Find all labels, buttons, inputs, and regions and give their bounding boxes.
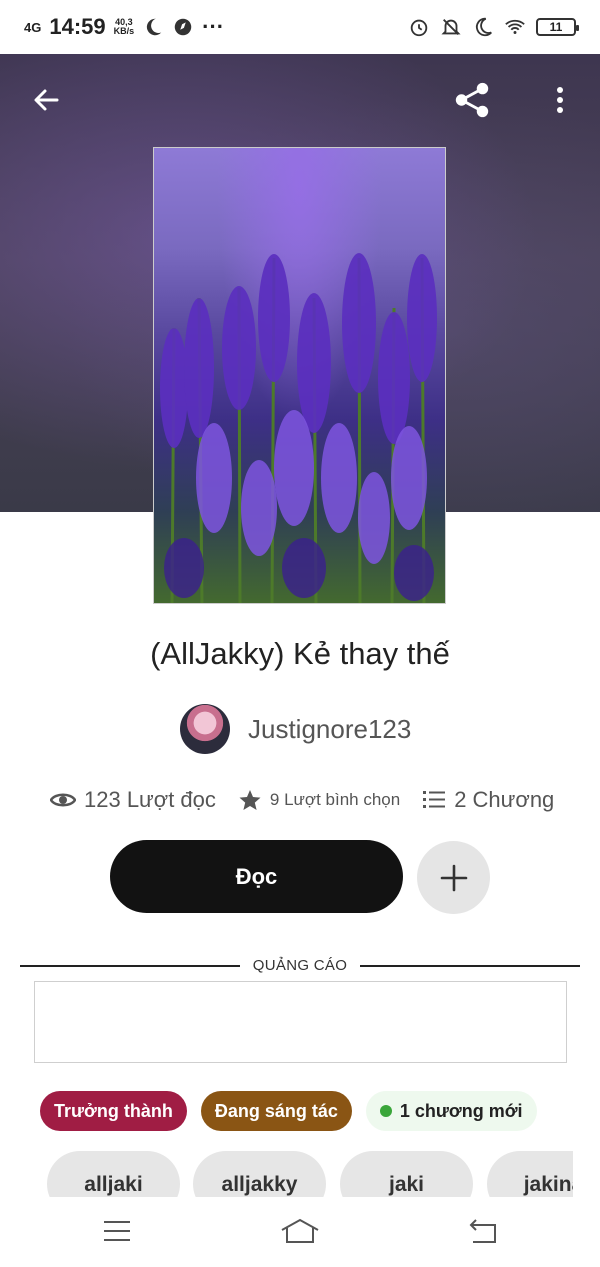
back-button[interactable] bbox=[26, 80, 66, 120]
ad-label: QUẢNG CÁO bbox=[252, 957, 348, 974]
back-nav-icon bbox=[469, 1219, 496, 1243]
votes-count: 9 Lượt bình chọn bbox=[269, 790, 401, 809]
stat-views: 123 Lượt đọc bbox=[50, 787, 216, 813]
recent-apps-button[interactable] bbox=[87, 1211, 147, 1251]
network-indicator: 4G bbox=[24, 19, 42, 35]
keyword-chips: alljaki alljakky jaki jakina bbox=[47, 1151, 573, 1197]
status-time: 14:59 bbox=[49, 14, 106, 39]
home-button[interactable] bbox=[270, 1211, 330, 1251]
keyword-chip[interactable]: jaki bbox=[340, 1151, 473, 1197]
share-icon bbox=[455, 82, 489, 118]
share-button[interactable] bbox=[452, 80, 492, 120]
ad-line-left bbox=[20, 965, 240, 967]
views-count: 123 Lượt đọc bbox=[84, 787, 216, 812]
menu-icon bbox=[104, 1221, 130, 1241]
network-speed: 40,3 KB/s bbox=[114, 18, 135, 36]
status-right: 11 bbox=[408, 16, 579, 38]
arrow-left-icon bbox=[34, 89, 59, 111]
home-icon bbox=[281, 1218, 319, 1243]
more-options-button[interactable] bbox=[540, 80, 580, 120]
new-parts-badge: 1 chương mới bbox=[365, 1091, 537, 1131]
mature-badge: Trưởng thành bbox=[40, 1091, 187, 1131]
star-icon bbox=[239, 790, 261, 810]
network-speed-unit: KB/s bbox=[113, 26, 135, 36]
story-stats: 123 Lượt đọc 9 Lượt bình chọn 2 Chương bbox=[50, 783, 560, 817]
read-button[interactable]: Đọc bbox=[110, 840, 403, 913]
moon-icon bbox=[147, 18, 162, 36]
status-bar: 4G 14:59 40,3 KB/s ··· 11 bbox=[0, 0, 600, 54]
author-avatar[interactable] bbox=[180, 704, 230, 754]
more-vertical-icon bbox=[557, 87, 563, 113]
system-navigation-bar bbox=[0, 1197, 600, 1267]
lavender-artwork bbox=[160, 253, 437, 603]
battery-icon: 11 bbox=[536, 18, 579, 36]
wifi-icon bbox=[505, 19, 525, 34]
keyword-chip[interactable]: alljaki bbox=[47, 1151, 180, 1197]
story-title: (AllJakky) Kẻ thay thế bbox=[150, 636, 450, 671]
parts-count: 2 Chương bbox=[454, 787, 555, 812]
plus-icon bbox=[440, 864, 467, 891]
new-dot-icon bbox=[379, 1105, 392, 1117]
stat-parts: 2 Chương bbox=[422, 787, 554, 813]
ongoing-badge: Đang sáng tác bbox=[200, 1091, 352, 1131]
status-left: 4G 14:59 40,3 KB/s ··· bbox=[24, 14, 224, 40]
ad-separator: QUẢNG CÁO bbox=[20, 954, 580, 978]
author-link[interactable]: Justignore123 bbox=[180, 704, 411, 754]
do-not-disturb-moon-icon bbox=[475, 17, 492, 37]
add-to-library-button[interactable] bbox=[417, 841, 490, 914]
eye-icon bbox=[50, 793, 76, 807]
mute-bell-icon bbox=[441, 19, 461, 35]
story-badges: Trưởng thành Đang sáng tác 1 chương mới bbox=[40, 1091, 537, 1131]
new-parts-label: 1 chương mới bbox=[399, 1100, 523, 1121]
back-nav-button[interactable] bbox=[453, 1211, 513, 1251]
author-name[interactable]: Justignore123 bbox=[248, 714, 411, 745]
more-notifications-icon: ··· bbox=[202, 14, 225, 39]
compass-icon bbox=[174, 18, 192, 36]
story-cover-image[interactable] bbox=[153, 147, 446, 604]
list-icon bbox=[423, 791, 446, 808]
ad-line-right bbox=[360, 965, 580, 967]
ad-slot[interactable] bbox=[34, 981, 567, 1063]
stat-votes: 9 Lượt bình chọn bbox=[238, 788, 400, 812]
alarm-icon bbox=[410, 19, 428, 37]
keyword-chip[interactable]: jakina bbox=[487, 1151, 573, 1197]
keyword-chip[interactable]: alljakky bbox=[193, 1151, 326, 1197]
